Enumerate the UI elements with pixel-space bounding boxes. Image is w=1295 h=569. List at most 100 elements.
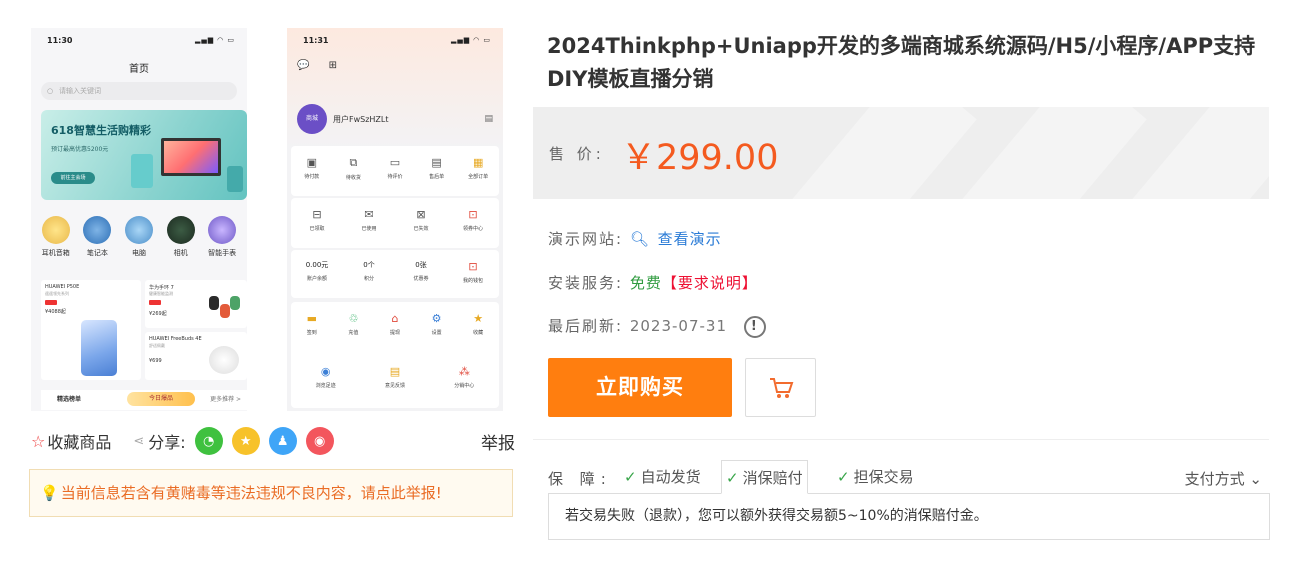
product-sub: 舒适佩戴: [149, 343, 165, 348]
add-to-cart-button[interactable]: [745, 358, 816, 417]
order-item: ▦ 全部订单: [459, 146, 497, 196]
product-tag: [149, 300, 161, 305]
coupon-item: ⊡ 领券中心: [454, 198, 492, 248]
star-icon[interactable]: ☆: [31, 432, 45, 451]
guarantee-tab-compensation[interactable]: ✓ 消保赔付: [721, 460, 808, 494]
asset-item: ⊡ 我的钱包: [454, 250, 492, 298]
check-icon: ✓: [837, 468, 850, 486]
category-row: 耳机音箱 笔记本 电脑 相机 智能手表: [31, 216, 247, 258]
service-item: ◉ 浏览足迹: [307, 355, 345, 405]
report-link[interactable]: 举报: [481, 429, 515, 454]
headphone-icon: [41, 216, 70, 244]
report-warning[interactable]: 💡 当前信息若含有黄赌毒等违法违规不良内容，请点此举报!: [29, 469, 513, 517]
share-label: 分享:: [148, 433, 186, 452]
check-icon: ✓: [726, 469, 739, 487]
service-item: ▬ 签到: [293, 302, 331, 352]
wallet-icon: ▣: [306, 156, 317, 169]
category-item: 电脑: [119, 216, 159, 258]
order-item: ▤ 售后单: [418, 146, 456, 196]
background-stripe: [949, 107, 1147, 199]
weibo-icon[interactable]: ◉: [305, 427, 334, 455]
product-name: HUAWEI FreeBuds 4E: [149, 336, 202, 342]
demo-link[interactable]: 查看演示: [658, 230, 722, 248]
coupon-item: ⊠ 已失效: [402, 198, 440, 248]
recharge-icon: ♲: [348, 312, 359, 325]
aftersale-icon: ▤: [431, 156, 442, 169]
coupon-row: ⊟ 已领取 ✉ 已使用 ⊠ 已失效 ⊡ 领券中心: [291, 198, 499, 248]
comment-icon: ▭: [389, 156, 401, 169]
category-label: 耳机音箱: [41, 249, 70, 257]
page-title: 首页: [129, 64, 149, 75]
product-sub: 健康智能监测: [149, 291, 173, 296]
footprint-icon: ◉: [320, 365, 331, 378]
bottom-strip: 精选榜单 今日爆品 更多推荐 >: [41, 390, 247, 410]
star-icon: ★: [473, 312, 484, 325]
header-icons: 💬 ⊞: [297, 60, 346, 71]
category-label: 笔记本: [86, 249, 108, 257]
install-note-link[interactable]: 【要求说明】: [662, 274, 758, 292]
status-bar: 11:31 ▂▄▆ ◠ ▭: [303, 36, 491, 45]
product-tag: [45, 300, 57, 305]
banner-subtitle: 预订最高优惠5200元: [51, 146, 109, 153]
background-stripe: [779, 107, 977, 199]
service-item: ⌂ 提现: [376, 302, 414, 352]
promo-banner: 618智慧生活购精彩 预订最高优惠5200元 前往主会场: [41, 110, 247, 200]
category-label: 相机: [173, 249, 188, 257]
device-image: [227, 166, 243, 192]
product-card: HUAWEI P50E 遥遥领先系列 ¥4088起: [41, 280, 141, 380]
category-item: 相机: [161, 216, 201, 258]
product-name: 华为手环 7: [149, 285, 174, 291]
demo-row: 演示网站: 🔍︎ 查看演示: [548, 228, 722, 249]
product-price: ¥699: [149, 358, 162, 364]
qzone-icon[interactable]: ★: [231, 427, 260, 455]
order-item: ⧉ 待收货: [334, 146, 372, 196]
truck-icon: ⧉: [349, 156, 358, 169]
guarantee-tab-escrow[interactable]: ✓ 担保交易: [833, 460, 918, 494]
order-row: ▣ 待付款 ⧉ 待收货 ▭ 待评价 ▤ 售后单 ▦ 全部订单: [291, 146, 499, 196]
payment-method-dropdown[interactable]: 支付方式 ⌄: [1185, 468, 1262, 489]
guarantee-label: 保 障:: [548, 470, 612, 488]
price-value: ￥299.00: [621, 138, 779, 178]
profile-screenshot: 11:31 ▂▄▆ ◠ ▭ 💬 ⊞ 商城 用户FwSzHZLt ▤ ▣ 待付款 ⧉…: [287, 28, 503, 411]
install-value: 免费: [629, 274, 662, 292]
product-grid: HUAWEI P50E 遥遥领先系列 ¥4088起 华为手环 7 健康智能监测 …: [41, 280, 247, 380]
refresh-row: 最后刷新: 2023-07-31 !: [548, 315, 766, 338]
earbuds-image: [209, 346, 239, 374]
watch-icon: [208, 216, 237, 244]
chevron-down-icon: ⌄: [1249, 470, 1262, 488]
category-item: 笔记本: [77, 216, 117, 258]
buy-now-button[interactable]: 立即购买: [548, 358, 732, 417]
install-row: 安装服务: 免费【要求说明】: [548, 272, 758, 293]
band-image: [209, 294, 241, 324]
service-item: ▤ 意见反馈: [376, 355, 414, 405]
scan-icon: ▤: [484, 114, 493, 124]
banner-button: 前往主会场: [51, 172, 95, 184]
order-item: ▣ 待付款: [293, 146, 331, 196]
divider: [533, 439, 1269, 440]
asset-item: 0个 积分: [363, 261, 375, 282]
check-icon: ✓: [624, 468, 637, 486]
guarantee-row: 保 障: ✓ 自动发货 ✓ 消保赔付 ✓ 担保交易 支付方式 ⌄: [548, 460, 1268, 494]
tv-image: [161, 138, 221, 176]
share-icon: ⋖: [133, 433, 145, 449]
favorite-link[interactable]: 收藏商品: [47, 429, 111, 453]
action-row: ☆ 收藏商品 ⋖ 分享: ◔ ★ ♟ ◉ 举报: [31, 426, 515, 456]
status-time: 11:31: [303, 36, 329, 45]
username: 用户FwSzHZLt: [333, 115, 389, 124]
search-icon[interactable]: 🔍︎: [630, 230, 651, 248]
category-label: 智能手表: [208, 249, 237, 257]
wechat-icon[interactable]: ◔: [194, 427, 223, 455]
info-icon[interactable]: !: [743, 315, 766, 338]
status-bar: 11:30 ▂▄▆ ◠ ▭: [47, 36, 235, 45]
guarantee-detail: 若交易失败（退款），您可以额外获得交易额5~10%的消保赔付金。: [548, 493, 1270, 540]
product-card: HUAWEI FreeBuds 4E 舒适佩戴 ¥699: [145, 332, 247, 380]
guarantee-tab-auto-delivery[interactable]: ✓ 自动发货: [620, 460, 705, 494]
qq-icon[interactable]: ♟: [268, 427, 297, 455]
strip-center: 今日爆品: [127, 392, 195, 406]
strip-left: 精选榜单: [57, 396, 82, 403]
service-grid: ▬ 签到 ♲ 充值 ⌂ 提现 ⚙ 设置 ★ 收藏 ◉ 浏览足迹 ▤ 意见反馈 ⁂ 分销中心: [291, 302, 499, 408]
category-item: 耳机音箱: [36, 216, 76, 258]
product-card: 华为手环 7 健康智能监测 ¥269起: [145, 280, 247, 328]
product-name: HUAWEI P50E: [45, 284, 80, 290]
service-item: ★ 收藏: [459, 302, 497, 352]
